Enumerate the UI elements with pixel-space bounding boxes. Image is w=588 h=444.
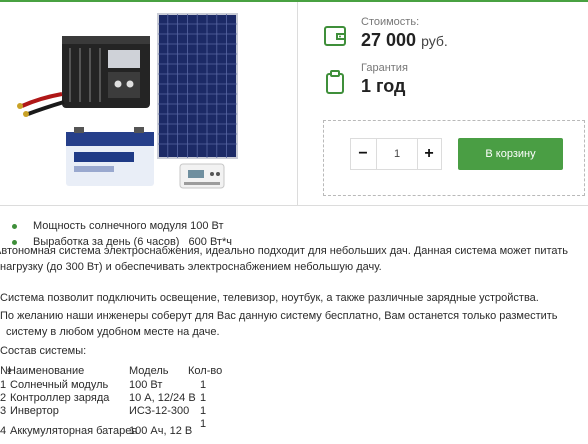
table-header-name: Наименование	[8, 365, 85, 377]
table-cell-name: Солнечный модуль	[10, 379, 109, 391]
table-header-qty: Кол-во	[188, 365, 223, 377]
description-paragraph: Система позволит подключить освещение, т…	[0, 292, 539, 304]
description-paragraph: По желанию наши инженеры соберут для Вас…	[0, 310, 558, 338]
decrease-quantity-button[interactable]: −	[351, 139, 375, 169]
table-cell-model: 10 А, 12/24 В	[129, 392, 196, 404]
bullet-icon	[12, 224, 17, 229]
table-cell-num: 1	[0, 379, 7, 391]
description-paragraph: Автономная система электроснабжения, иде…	[0, 245, 569, 273]
table-cell-qty: 1	[200, 392, 207, 404]
table-cell-qty: 1	[200, 405, 207, 417]
table-cell-num: 4	[0, 425, 7, 437]
price-currency: руб.	[421, 33, 448, 49]
product-hero: Стоимость: 27 000 руб. Гарантия 1 год − …	[0, 2, 588, 205]
section-divider	[0, 205, 588, 206]
warranty-value: 1 год	[361, 76, 406, 96]
price-label: Стоимость:	[361, 16, 420, 28]
table-cell-name: Контроллер заряда	[10, 392, 110, 404]
table-cell-model: 100 Вт	[129, 379, 163, 391]
add-to-cart-button[interactable]: В корзину	[458, 138, 563, 170]
hero-divider	[297, 2, 298, 205]
table-cell-model: 100 Ач, 12 В	[129, 425, 193, 437]
table-cell-name: Аккумуляторная батарея	[10, 425, 138, 437]
quantity-stepper: − +	[350, 138, 442, 170]
composition-table: № Наименование Модель Кол-во 1 Солнечный…	[0, 364, 320, 444]
solar-panel-image	[157, 13, 238, 159]
table-cell-num: 3	[0, 405, 7, 417]
inverter-image	[17, 36, 150, 117]
table-cell-qty: 1	[200, 418, 207, 430]
clipboard-icon	[326, 70, 344, 94]
table-cell-model: ИСЗ-12-300	[129, 405, 190, 417]
feature-value: 100 Вт	[190, 220, 224, 232]
table-cell-name: Инвертор	[10, 405, 59, 417]
price-amount: 27 000	[361, 30, 417, 50]
battery-image	[66, 127, 154, 186]
warranty-label: Гарантия	[361, 62, 408, 74]
quantity-input[interactable]	[376, 139, 418, 169]
composition-title: Состав системы:	[0, 345, 87, 357]
table-header-model: Модель	[129, 365, 169, 377]
table-cell-num: 2	[0, 392, 7, 404]
table-cell-qty: 1	[200, 379, 207, 391]
wallet-icon	[324, 26, 346, 46]
increase-quantity-button[interactable]: +	[417, 139, 441, 169]
price-value: 27 000 руб.	[361, 29, 448, 52]
product-image	[17, 13, 238, 189]
controller-image	[179, 163, 225, 189]
purchase-box: − + В корзину	[323, 120, 585, 196]
feature-label: Мощность солнечного модуля	[33, 220, 188, 232]
feature-item: Мощность солнечного модуля 100 Вт	[12, 218, 232, 234]
